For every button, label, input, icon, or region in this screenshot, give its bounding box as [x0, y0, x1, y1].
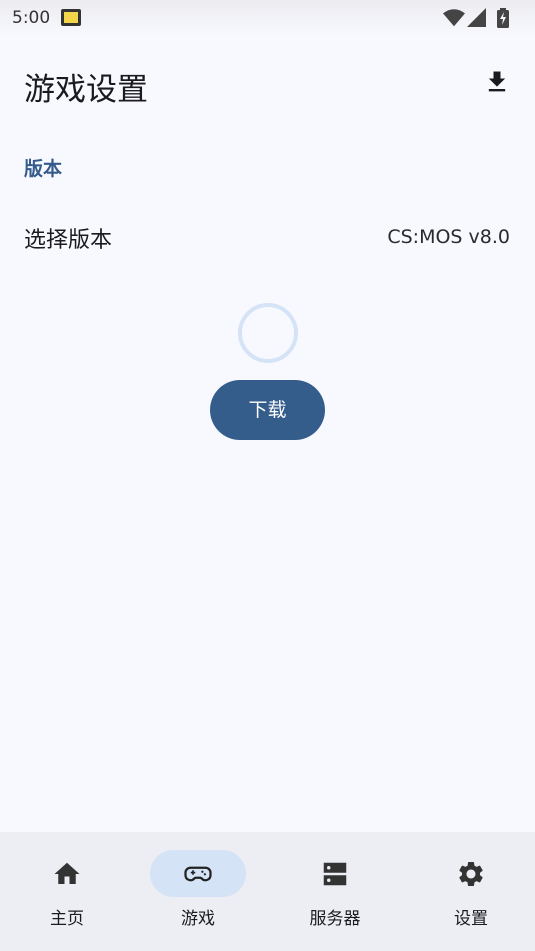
top-app-bar: 游戏设置 [0, 38, 535, 128]
page-title: 游戏设置 [24, 72, 148, 108]
nav-icon-container [19, 850, 115, 897]
nav-icon-container [287, 850, 383, 897]
nav-item-server[interactable]: 服务器 [268, 832, 402, 951]
status-time: 5:00 [12, 8, 51, 28]
bottom-navigation: 主页 游戏 服务器 设置 [0, 832, 535, 951]
download-button[interactable]: 下载 [210, 380, 325, 440]
gear-icon [459, 861, 483, 886]
status-bar: 5:00 [0, 0, 535, 38]
nav-label-settings: 设置 [454, 909, 488, 929]
home-icon [54, 862, 80, 884]
download-action-button[interactable] [483, 68, 511, 96]
wifi-icon [443, 9, 465, 27]
nav-item-game[interactable]: 游戏 [131, 832, 265, 951]
select-version-label: 选择版本 [24, 228, 113, 253]
signal-icon [467, 8, 486, 27]
selected-version-value: CS:MOS v8.0 [387, 226, 510, 248]
progress-spinner [238, 303, 298, 363]
server-icon [323, 862, 347, 885]
section-header-version: 版本 [24, 158, 63, 180]
nav-item-home[interactable]: 主页 [0, 832, 134, 951]
select-version-row[interactable]: 选择版本 CS:MOS v8.0 [0, 200, 535, 274]
nav-item-settings[interactable]: 设置 [404, 832, 535, 951]
nav-active-indicator [150, 850, 246, 897]
notification-icon [61, 9, 81, 26]
battery-icon [497, 8, 509, 28]
gamepad-icon [184, 866, 212, 881]
nav-label-server: 服务器 [309, 909, 361, 929]
download-icon [488, 71, 506, 92]
nav-icon-container [423, 850, 519, 897]
nav-label-game: 游戏 [181, 909, 215, 929]
nav-label-home: 主页 [50, 909, 84, 929]
